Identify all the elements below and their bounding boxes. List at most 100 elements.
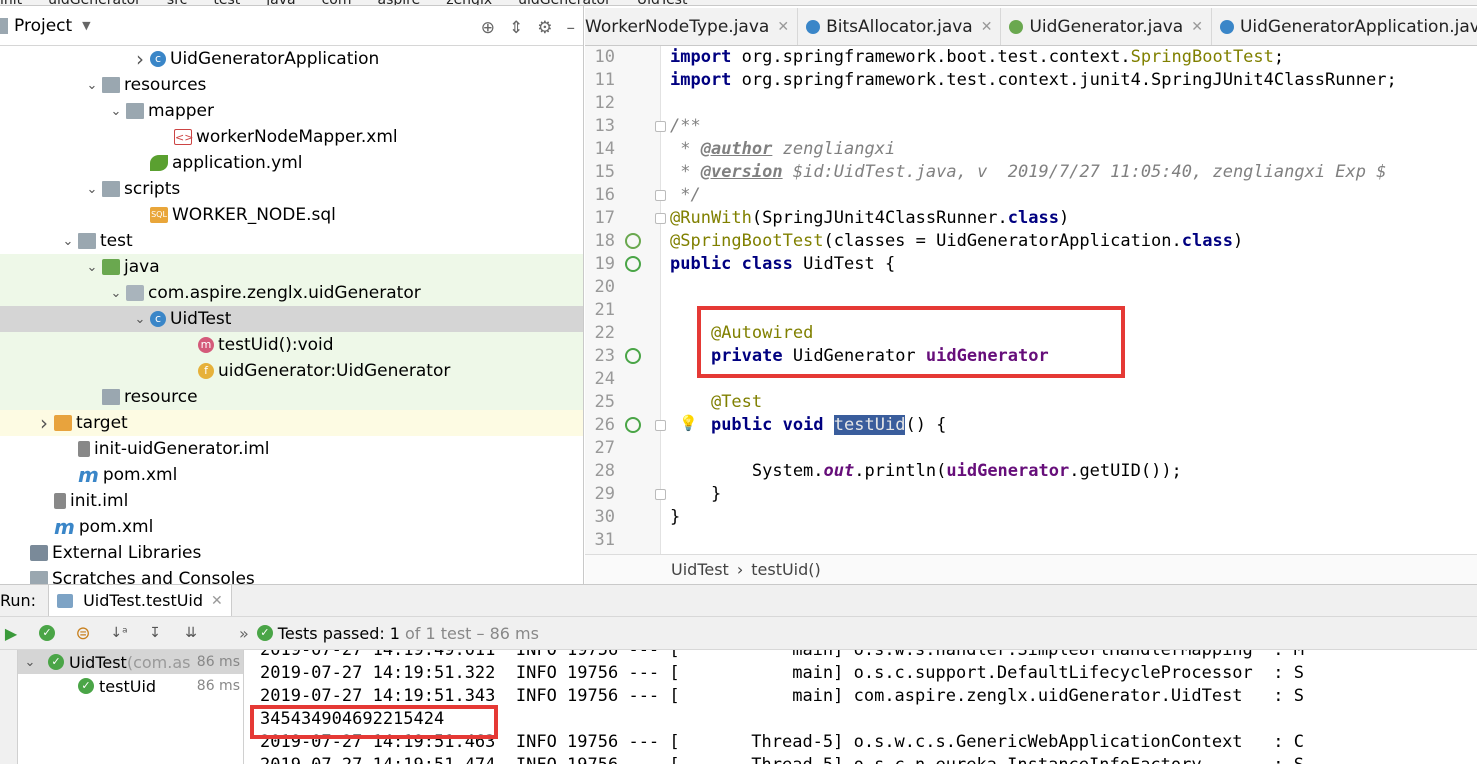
xml-file-icon: <> xyxy=(174,129,194,145)
breadcrumb-method[interactable]: testUid() xyxy=(751,560,821,579)
console-line: 2019-07-27 14:19:51.474 INFO 19756 --- [… xyxy=(260,754,1304,764)
run-config-tab[interactable]: UidTest.testUid ✕ xyxy=(48,584,232,617)
tree-item[interactable]: Scratches and Consoles xyxy=(0,566,583,584)
breadcrumb-separator: › xyxy=(736,560,744,579)
more-icon[interactable]: » xyxy=(239,624,249,643)
tree-item[interactable]: f uidGenerator:UidGenerator xyxy=(0,358,583,384)
show-passed-icon[interactable]: ✓ xyxy=(36,622,58,644)
chevron-right-icon[interactable]: › xyxy=(132,47,148,71)
editor-tab-label: UidGeneratorApplication.java xyxy=(1239,16,1477,37)
sort-duration-icon[interactable]: ↧ xyxy=(144,622,166,644)
highlight-box-uid xyxy=(250,705,498,739)
test-result-item[interactable]: ✓ testUid 86 ms xyxy=(18,674,243,698)
tree-item-label: application.yml xyxy=(172,153,303,173)
expand-all-icon[interactable]: ⇊ xyxy=(180,622,202,644)
package-icon xyxy=(126,285,144,301)
tree-item[interactable]: init-uidGenerator.iml xyxy=(0,436,583,462)
chevron-down-icon[interactable]: ⌄ xyxy=(108,104,124,119)
line-number: 17 xyxy=(594,208,615,228)
class-icon xyxy=(1219,19,1234,34)
tree-item[interactable]: application.yml xyxy=(0,150,583,176)
chevron-down-icon[interactable]: ▼ xyxy=(82,19,90,32)
run-label: Run: xyxy=(0,591,37,610)
tree-item[interactable]: resource xyxy=(0,384,583,410)
tree-item[interactable]: init.iml xyxy=(0,488,583,514)
run-side-toolbar xyxy=(0,650,18,764)
tree-item[interactable]: ⌄ scripts xyxy=(0,176,583,202)
line-number: 19 xyxy=(594,254,615,274)
editor-tab[interactable]: WorkerNodeType.java ✕ xyxy=(585,8,799,45)
chevron-down-icon[interactable]: ⌄ xyxy=(84,78,100,93)
editor-tab[interactable]: BitsAllocator.java ✕ xyxy=(798,8,1002,45)
tree-item[interactable]: <> workerNodeMapper.xml xyxy=(0,124,583,150)
sort-alpha-icon[interactable]: ↓ᵃ xyxy=(108,622,130,644)
code-editor[interactable]: 💡 10 import org.springframework.boot.test… xyxy=(585,46,1477,554)
editor-breadcrumb: UidTest › testUid() xyxy=(585,554,1477,584)
rerun-icon[interactable]: ▶ xyxy=(0,622,22,644)
tree-item[interactable]: › target xyxy=(0,410,583,436)
test-result-item[interactable]: ⌄ ✓ UidTest (com.as 86 ms xyxy=(18,650,243,674)
project-panel-header: Project ▼ ⊕ ⇕ ⚙ – xyxy=(0,6,583,46)
gear-icon[interactable]: ⚙ xyxy=(537,18,552,38)
tree-item[interactable]: ⌄ com.aspire.zenglx.uidGenerator xyxy=(0,280,583,306)
tree-item[interactable]: › c UidGeneratorApplication xyxy=(0,46,583,72)
folder-orange-icon xyxy=(54,415,72,431)
tree-item-label: pom.xml xyxy=(102,465,178,485)
tree-item[interactable]: ⌄ java xyxy=(0,254,583,280)
chevron-down-icon[interactable]: ⌄ xyxy=(132,312,148,327)
console-output[interactable]: 2019-07-27 14:19:49.011 INFO 19756 --- [… xyxy=(246,650,1477,764)
chevron-right-icon[interactable]: › xyxy=(36,411,52,435)
editor-tab[interactable]: UidGenerator.java ✕ xyxy=(1001,8,1212,45)
line-number: 30 xyxy=(594,507,615,527)
chevron-down-icon[interactable]: ⌄ xyxy=(108,286,124,301)
iml-file-icon xyxy=(78,441,90,457)
maven-icon: m xyxy=(54,515,75,539)
tree-item[interactable]: m pom.xml xyxy=(0,514,583,540)
close-icon[interactable]: ✕ xyxy=(211,593,223,609)
navbar-item[interactable]: UidTest xyxy=(637,0,688,5)
hide-icon[interactable]: – xyxy=(567,18,576,38)
tree-item[interactable]: ⌄ mapper xyxy=(0,98,583,124)
collapse-all-icon[interactable]: ⇕ xyxy=(509,18,523,38)
tree-item[interactable]: External Libraries xyxy=(0,540,583,566)
tree-item-label: scripts xyxy=(124,179,181,199)
test-passed-icon: ✓ xyxy=(78,678,94,694)
chevron-down-icon[interactable]: ⌄ xyxy=(84,260,100,275)
close-icon[interactable]: ✕ xyxy=(777,19,789,35)
chevron-down-icon[interactable]: ⌄ xyxy=(60,234,76,249)
code-text: } xyxy=(670,507,681,527)
breadcrumb-class[interactable]: UidTest xyxy=(671,560,729,579)
tree-item[interactable]: SQL WORKER_NODE.sql xyxy=(0,202,583,228)
editor-tab-label: UidGenerator.java xyxy=(1029,16,1184,37)
line-number: 24 xyxy=(594,369,615,389)
code-line: 19 public class UidTest { xyxy=(585,253,1477,276)
tree-item[interactable]: ⌄ resources xyxy=(0,72,583,98)
run-config-tab-label: UidTest.testUid xyxy=(83,591,204,610)
line-number: 27 xyxy=(594,438,615,458)
tree-item-label: External Libraries xyxy=(52,543,202,563)
chevron-down-icon[interactable]: ⌄ xyxy=(22,655,38,670)
close-icon[interactable]: ✕ xyxy=(1191,19,1203,35)
code-text: * @version $id:UidTest.java, v 2019/7/27… xyxy=(670,162,1387,182)
project-panel-title[interactable]: Project xyxy=(14,16,72,36)
code-text: /** xyxy=(670,116,701,136)
close-icon[interactable]: ✕ xyxy=(981,19,993,35)
tree-item[interactable]: m testUid():void xyxy=(0,332,583,358)
code-text: @SpringBootTest(classes = UidGeneratorAp… xyxy=(670,231,1244,251)
test-result-package: (com.as xyxy=(126,652,191,672)
locate-icon[interactable]: ⊕ xyxy=(481,18,495,38)
code-text: * @author zengliangxi xyxy=(670,139,896,159)
tree-item[interactable]: ⌄ c UidTest xyxy=(0,306,583,332)
chevron-down-icon[interactable]: ⌄ xyxy=(84,182,100,197)
line-number: 10 xyxy=(594,47,615,67)
code-line: 11 import org.springframework.test.contex… xyxy=(585,69,1477,92)
show-ignored-icon[interactable]: ⊜ xyxy=(72,622,94,644)
tests-passed-count: 1 xyxy=(389,623,400,643)
tree-item[interactable]: ⌄ test xyxy=(0,228,583,254)
tree-item[interactable]: m pom.xml xyxy=(0,462,583,488)
console-line: 2019-07-27 14:19:51.322 INFO 19756 --- [… xyxy=(260,663,1304,683)
editor-tab[interactable]: UidGeneratorApplication.java✕ xyxy=(1212,8,1477,45)
code-line: 16 */ xyxy=(585,184,1477,207)
test-duration: 86 ms xyxy=(196,654,240,670)
line-number: 15 xyxy=(594,162,615,182)
